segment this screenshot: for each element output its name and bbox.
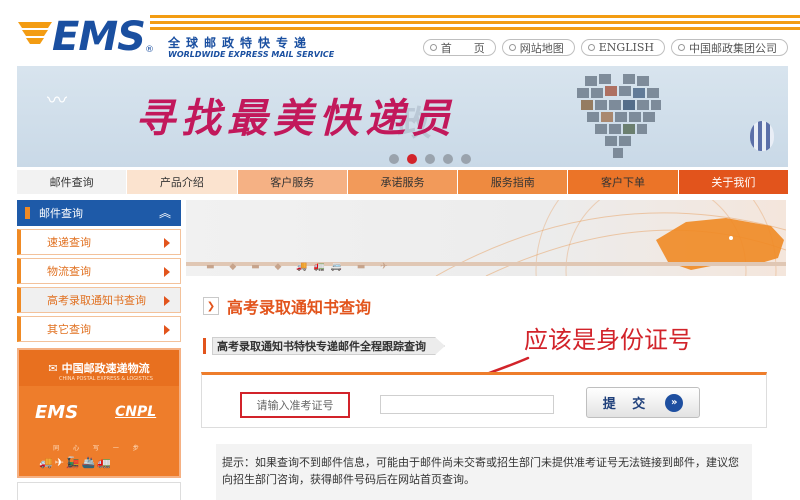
photo-heart-image [577, 74, 661, 158]
promo-cnpl-logo: CNPL [115, 404, 157, 420]
nav-service-promise[interactable]: 承诺服务 [347, 170, 459, 194]
submit-button-label: 提 交 [602, 397, 652, 412]
promo-english-name: CHINA POSTAL EXPRESS & LOGISTICS [59, 376, 153, 382]
page-title: 高考录取通知书查询 [227, 298, 372, 317]
subtitle-marker [203, 338, 206, 354]
sidebar-item-other-query[interactable]: 其它查询 [17, 316, 181, 342]
page-title-row: ❯ 高考录取通知书查询 [203, 294, 371, 318]
sidebar-item-admission-letter-query[interactable]: 高考录取通知书查询 [17, 287, 181, 313]
nav-place-order[interactable]: 客户下单 [568, 170, 679, 194]
content-banner: ▬ ◆ ▬ ◆ 🚚🚛🚐 ▬ ✈ [186, 200, 786, 276]
transport-icons: 🚚✈🚂🚢🚛 [39, 456, 114, 469]
exam-number-input[interactable] [380, 395, 554, 414]
china-post-logo-icon: ✉ [48, 361, 58, 375]
nav-about-us[interactable]: 关于我们 [678, 170, 788, 194]
double-chevron-right-icon: » [665, 393, 684, 412]
sidebar-item-label: 其它查询 [47, 323, 91, 336]
slide-indicator [389, 154, 471, 164]
slide-dot[interactable] [443, 154, 453, 164]
sidebar-header[interactable]: 邮件查询 ︽ [17, 200, 181, 226]
promo-ems-logo: EMS [35, 402, 79, 423]
arrow-right-icon [164, 238, 170, 248]
banner-slogan: 寻找最美快递员 [135, 95, 457, 142]
hot-air-balloon-icon [750, 121, 774, 151]
bullet-icon [587, 44, 595, 51]
promo-chinese-name: 中国邮政速递物流 [61, 362, 150, 375]
submit-button[interactable]: 提 交 » [586, 387, 700, 418]
nav-products[interactable]: 产品介绍 [127, 170, 238, 194]
chevron-right-icon: ❯ [203, 297, 219, 315]
ems-logo[interactable]: EMS [52, 14, 146, 60]
hero-banner[interactable]: 〰 政 寻找最美快递员 [17, 66, 788, 167]
slide-dot[interactable] [425, 154, 435, 164]
sidebar-next-card [17, 482, 181, 500]
query-form: 请输入准考证号 提 交 » [201, 372, 767, 428]
tip-notice: 提示：如果查询不到邮件信息，可能由于邮件尚未交寄或招生部门未提供准考证号无法链接… [216, 444, 752, 500]
collapse-chevron-icon[interactable]: ︽ [159, 204, 171, 221]
sidebar: 邮件查询 ︽ 速递查询 物流查询 高考录取通知书查询 其它查询 ✉ 中国邮政速递… [17, 200, 181, 500]
english-link[interactable]: ENGLISH [580, 39, 665, 56]
sidebar-item-label: 高考录取通知书查询 [47, 294, 146, 307]
sidebar-header-label: 邮件查询 [39, 207, 83, 220]
slide-dot[interactable] [461, 154, 471, 164]
main-nav: 邮件查询 产品介绍 客户服务 承诺服务 服务指南 客户下单 关于我们 [17, 170, 788, 194]
bullet-icon [678, 44, 685, 51]
nav-mail-query[interactable]: 邮件查询 [17, 170, 128, 194]
arrow-right-icon [164, 296, 170, 306]
slide-dot[interactable] [389, 154, 399, 164]
cpel-promo-card[interactable]: ✉ 中国邮政速递物流 CHINA POSTAL EXPRESS & LOGIST… [17, 348, 181, 478]
china-post-group-link[interactable]: 中国邮政集团公司 [671, 39, 788, 56]
bird-icon: 〰 [47, 88, 67, 112]
registered-mark: ® [145, 45, 154, 55]
ems-wing-icon [18, 22, 52, 44]
sitemap-link[interactable]: 网站地图 [501, 39, 575, 56]
bullet-icon [429, 44, 437, 51]
arrow-right-icon [164, 267, 170, 277]
top-links: 首 页 网站地图 ENGLISH 中国邮政集团公司 [422, 39, 788, 56]
sidebar-item-label: 物流查询 [47, 265, 91, 278]
home-link[interactable]: 首 页 [422, 39, 496, 56]
promo-motto: 同 心 写 一 步 [53, 445, 145, 452]
sidebar-item-label: 速递查询 [47, 236, 91, 249]
bullet-icon [508, 44, 516, 51]
slide-dot-active[interactable] [407, 154, 417, 164]
nav-customer-service[interactable]: 客户服务 [237, 170, 348, 194]
exam-number-label: 请输入准考证号 [240, 392, 350, 418]
header-stripes [150, 15, 800, 33]
sidebar-item-express-query[interactable]: 速递查询 [17, 229, 181, 255]
page: EMS ® 全球邮政特快专递 WORLDWIDE EXPRESS MAIL SE… [0, 0, 800, 500]
arrow-right-icon [164, 325, 170, 335]
logo-chinese-tagline: 全球邮政特快专递 [168, 36, 313, 50]
logo-english-tagline: WORLDWIDE EXPRESS MAIL SERVICE [168, 50, 335, 59]
site-header: EMS ® 全球邮政特快专递 WORLDWIDE EXPRESS MAIL SE… [0, 0, 800, 66]
sidebar-item-logistics-query[interactable]: 物流查询 [17, 258, 181, 284]
transport-strip-icons: ▬ ◆ ▬ ◆ 🚚🚛🚐 ▬ ✈ [206, 262, 394, 272]
section-subtitle-bar: 高考录取通知书特快专递邮件全程跟踪查询 [203, 336, 445, 356]
nav-service-guide[interactable]: 服务指南 [458, 170, 569, 194]
